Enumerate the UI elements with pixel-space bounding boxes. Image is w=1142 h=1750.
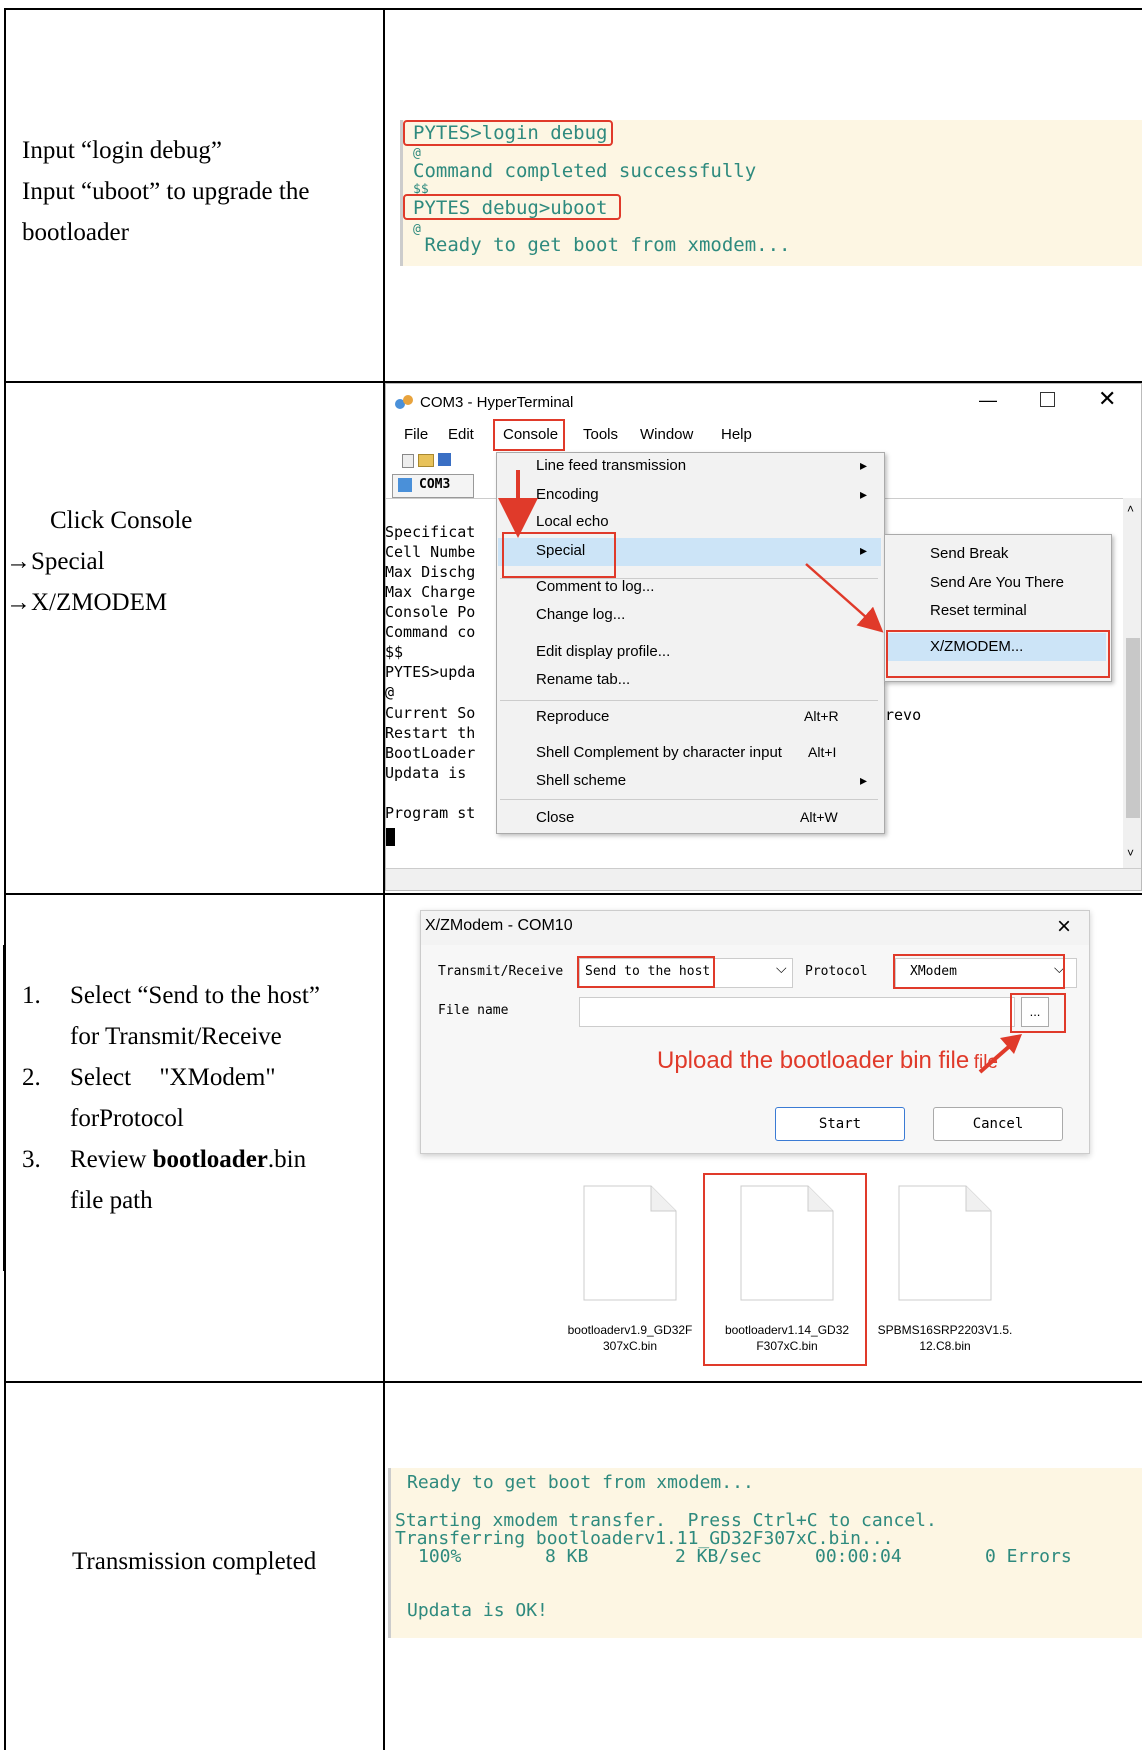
tr-label: Transmit/Receive [438, 964, 564, 979]
grid-row-divider-3 [4, 1381, 1142, 1383]
step-2: 2. Select "XModem" forProtocol [22, 1057, 382, 1139]
terminal-line: Updata is OK! [407, 1600, 548, 1621]
file-name-line: 307xC.bin [602, 1339, 658, 1353]
step-text: forProtocol [70, 1105, 184, 1132]
step-text: file path [70, 1187, 153, 1214]
dialog-title: X/ZModem - COM10 [425, 917, 573, 934]
file-icon[interactable] [583, 1185, 677, 1301]
step-text: Review bootloader.bin [70, 1139, 306, 1180]
highlight-browse [1010, 993, 1066, 1033]
step-text-bold: bootloader [152, 1146, 268, 1173]
row4-terminal: Ready to get boot from xmodem... Startin… [388, 1468, 1142, 1638]
row3-left-thick-border [3, 945, 6, 1271]
step-1: 1. Select “Send to the host” for Transmi… [22, 975, 382, 1057]
step-text-pre: Review [70, 1146, 153, 1173]
step-num: 1. [22, 982, 41, 1009]
file-name-input[interactable] [579, 997, 1015, 1027]
file-name-line: bootloaderv1.9_GD32F [567, 1323, 693, 1337]
dialog-close-icon[interactable]: × [1057, 913, 1071, 941]
file-name[interactable]: SPBMS16SRP2203V1.5. 12.C8.bin [870, 1322, 1020, 1354]
step-text: Select "XModem" [70, 1064, 276, 1091]
terminal-progress-rate: 2 KB/sec [675, 1546, 762, 1567]
row4-instr: Transmission completed [72, 1548, 317, 1575]
highlight-selected-file [703, 1173, 867, 1366]
file-name-line: SPBMS16SRP2203V1.5. [877, 1323, 1013, 1337]
protocol-label: Protocol [805, 964, 868, 979]
terminal-progress-time: 00:00:04 [815, 1546, 902, 1567]
row3-steps: 1. Select “Send to the host” for Transmi… [22, 975, 382, 1221]
step-num: 2. [22, 1064, 41, 1091]
highlight-protocol [893, 954, 1065, 989]
highlight-tr-value [577, 956, 715, 988]
file-icon[interactable] [898, 1185, 992, 1301]
cancel-button[interactable]: Cancel [933, 1107, 1063, 1141]
arrow-icon [978, 1034, 1022, 1074]
terminal-progress-size: 8 KB [545, 1546, 589, 1567]
terminal-line: Ready to get boot from xmodem... [407, 1472, 754, 1493]
step-text: for Transmit/Receive [70, 1023, 282, 1050]
terminal-progress-errors: 0 Errors [985, 1546, 1072, 1567]
step-text-post: .bin [267, 1146, 307, 1173]
annotation-main: Upload the bootloader bin file [657, 1047, 970, 1074]
dialog-annotation: Upload the bootloader bin file file [657, 1047, 998, 1075]
terminal-progress-pct: 100% [418, 1546, 462, 1567]
step-3: 3. Review bootloader.bin file path [22, 1139, 382, 1221]
start-button[interactable]: Start [775, 1107, 905, 1141]
step-num: 3. [22, 1146, 41, 1173]
step-text: Select “Send to the host” [70, 982, 320, 1009]
chevron-down-icon: ⌵ [776, 962, 787, 977]
file-name-label: File name [438, 1003, 509, 1018]
arrow-icon [498, 470, 884, 633]
file-name-line: 12.C8.bin [919, 1339, 971, 1353]
file-name[interactable]: bootloaderv1.9_GD32F 307xC.bin [555, 1322, 705, 1354]
